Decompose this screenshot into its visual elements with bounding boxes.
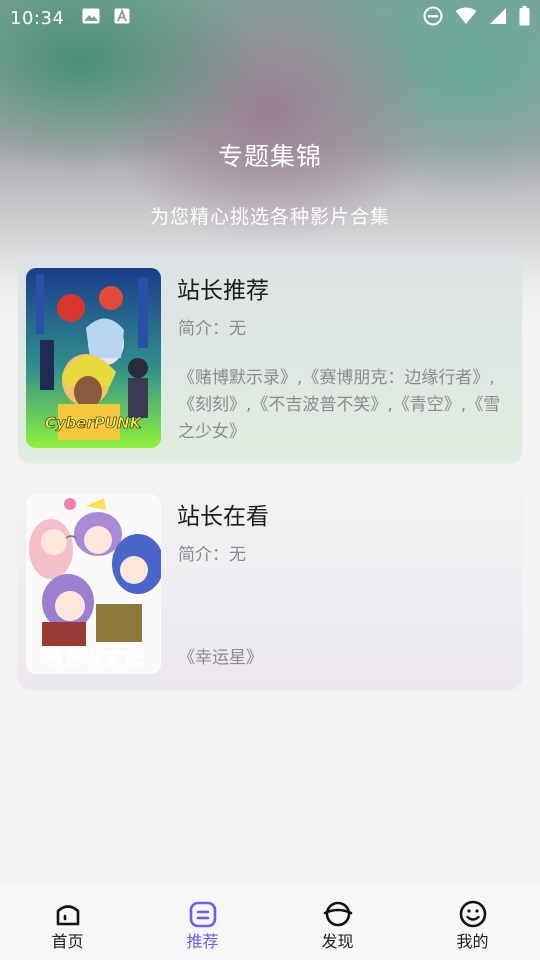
page-title: 专题集锦 bbox=[217, 142, 322, 171]
discover-icon bbox=[323, 901, 352, 927]
collection-card[interactable]: CyberPUNK 站长推荐 简介：无 《赌博默示录》,《赛博朋克：边缘行者》,… bbox=[18, 253, 522, 463]
card-intro: 简介：无 bbox=[178, 545, 246, 565]
tab-label: 推荐 bbox=[186, 932, 219, 951]
poster-logo: らき☆すた bbox=[44, 646, 142, 670]
home-icon bbox=[56, 905, 79, 926]
cell-signal-icon bbox=[489, 7, 507, 29]
card-title: 站长在看 bbox=[177, 504, 269, 530]
page-subtitle: 为您精心挑选各种影片合集 bbox=[149, 206, 390, 228]
card-title: 站长推荐 bbox=[177, 278, 269, 304]
tab-label: 发现 bbox=[321, 932, 354, 951]
tab-label: 首页 bbox=[51, 932, 84, 951]
collection-card[interactable]: らき☆すた 站长在看 简介：无 《幸运星》 bbox=[18, 479, 522, 689]
card-film-list: 《幸运星》 bbox=[178, 648, 263, 668]
tab-label: 我的 bbox=[456, 932, 489, 951]
card-film-list: 《赌博默示录》,《赛博朋克：边缘行者》,《刻刻》,《不吉波普不笑》,《青空》,《… bbox=[178, 368, 501, 442]
poster-logo: CyberPUNK bbox=[45, 414, 143, 432]
tab-profile[interactable]: 我的 bbox=[405, 885, 540, 960]
card-intro: 简介：无 bbox=[178, 319, 246, 339]
tab-recommend[interactable]: 推荐 bbox=[135, 885, 270, 960]
recommend-icon bbox=[189, 901, 216, 928]
tab-discover[interactable]: 发现 bbox=[270, 885, 405, 960]
bottom-tab-bar: 首页 推荐 发现 我的 bbox=[0, 885, 540, 960]
wifi-icon bbox=[455, 7, 477, 29]
font-icon bbox=[114, 8, 130, 28]
gallery-icon bbox=[82, 8, 100, 28]
battery-icon bbox=[519, 6, 530, 30]
cyberpunk-poster: CyberPUNK bbox=[26, 268, 161, 448]
status-bar: 10:34 bbox=[0, 0, 540, 36]
tab-home[interactable]: 首页 bbox=[0, 885, 135, 960]
dnd-icon bbox=[423, 6, 443, 30]
status-time: 10:34 bbox=[10, 7, 65, 29]
lucky-star-poster: らき☆すた bbox=[26, 494, 161, 674]
profile-icon bbox=[459, 900, 486, 928]
